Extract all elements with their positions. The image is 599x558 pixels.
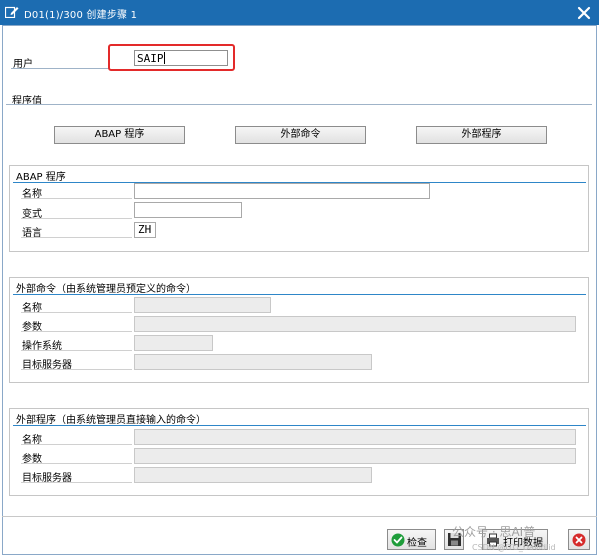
- external-program-group-title: 外部程序（由系统管理员直接输入的命令）: [16, 415, 206, 426]
- program-values-separator: [6, 104, 592, 105]
- group-title-rule: [13, 425, 586, 426]
- abap-variant-input[interactable]: [134, 202, 242, 218]
- title-bar: D01(1)/300 创建步骤 1: [0, 0, 599, 25]
- footer-separator: [2, 516, 597, 517]
- window-title: D01(1)/300 创建步骤 1: [24, 10, 138, 21]
- abap-program-group-title: ABAP 程序: [16, 172, 66, 183]
- abap-program-button[interactable]: ABAP 程序: [54, 126, 185, 144]
- external-program-button[interactable]: 外部程序: [416, 126, 547, 144]
- row-underline: [21, 463, 132, 464]
- create-step-icon: [5, 6, 19, 18]
- watermark-text: 公众号 · 思AI普: [452, 525, 536, 539]
- row-underline: [21, 369, 132, 370]
- row-underline: [21, 444, 132, 445]
- row-underline: [21, 237, 132, 238]
- check-button[interactable]: 检查: [387, 529, 436, 550]
- external-command-group-title: 外部命令（由系统管理员预定义的命令）: [16, 284, 196, 295]
- ext-program-name-input[interactable]: [134, 429, 576, 445]
- row-underline: [21, 198, 132, 199]
- row-underline: [21, 482, 132, 483]
- external-program-group: 外部程序（由系统管理员直接输入的命令） 名称 参数 目标服务器: [9, 408, 589, 496]
- check-icon: [391, 533, 405, 547]
- ext-program-target-server-input[interactable]: [134, 467, 372, 483]
- ext-command-os-input[interactable]: [134, 335, 213, 351]
- external-command-button[interactable]: 外部命令: [235, 126, 366, 144]
- group-title-rule: [13, 294, 586, 295]
- cancel-button[interactable]: [568, 529, 590, 550]
- row-underline: [21, 218, 132, 219]
- cancel-icon: [572, 533, 586, 547]
- external-command-group: 外部命令（由系统管理员预定义的命令） 名称 参数 操作系统 目标服务器: [9, 277, 589, 383]
- user-label-underline: [11, 68, 109, 69]
- ext-program-params-input[interactable]: [134, 448, 576, 464]
- ext-command-name-input[interactable]: [134, 297, 271, 313]
- watermark-small-text: CSDN @ITO_Davidlid: [472, 543, 556, 552]
- abap-program-group: ABAP 程序 名称 变式 语言 ZH: [9, 165, 589, 252]
- row-underline: [21, 331, 132, 332]
- row-underline: [21, 312, 132, 313]
- row-underline: [21, 350, 132, 351]
- abap-name-input[interactable]: [134, 183, 430, 199]
- close-icon[interactable]: [575, 4, 593, 22]
- highlight-annotation: [108, 44, 235, 71]
- ext-command-params-input[interactable]: [134, 316, 576, 332]
- check-button-label: 检查: [407, 538, 427, 549]
- abap-language-input[interactable]: ZH: [134, 222, 156, 238]
- ext-command-target-server-input[interactable]: [134, 354, 372, 370]
